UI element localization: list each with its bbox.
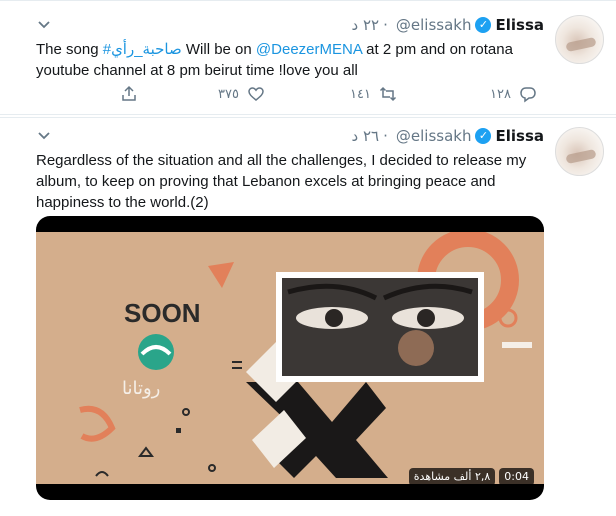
text-middle: Will be on	[181, 41, 256, 58]
heart-icon	[248, 87, 264, 101]
tweet-time[interactable]: ٢٦ د	[352, 127, 380, 145]
mention-link[interactable]: @DeezerMENA	[256, 41, 362, 58]
verified-badge-icon: ✓	[475, 17, 492, 33]
hashtag-link[interactable]: #صاحبة_رأي	[103, 41, 182, 58]
share-button[interactable]	[120, 85, 138, 103]
chevron-down-icon[interactable]	[37, 128, 51, 142]
reply-count: ١٢٨	[490, 86, 511, 102]
reply-button[interactable]: ١٢٨	[490, 85, 537, 103]
tweet-text: Regardless of the situation and all the …	[36, 152, 527, 211]
retweet-icon	[379, 86, 396, 102]
avatar[interactable]	[555, 15, 604, 64]
like-button[interactable]: ٣٧٥	[218, 85, 265, 103]
user-name[interactable]: Elissa	[495, 127, 544, 145]
rotana-text: روتانا	[122, 378, 160, 399]
video-info-badge: ٢,٨ ألف مشاهدة 0:04	[408, 468, 534, 486]
tweet-actions: ٣٧٥ ١٤١ ١٢٨	[110, 85, 550, 107]
separator-dot: ·	[383, 127, 388, 145]
avatar[interactable]	[555, 127, 604, 176]
user-handle[interactable]: @elissakh	[396, 127, 472, 145]
video-player[interactable]: SOON روتانا ٢,٨ ألف مشاهدة 0:04	[36, 216, 544, 500]
reply-icon	[520, 87, 536, 103]
soon-label: SOON	[124, 298, 201, 328]
user-name[interactable]: Elissa	[495, 16, 544, 34]
video-views: ٢,٨ ألف مشاهدة	[408, 468, 496, 486]
retweet-count: ١٤١	[350, 86, 371, 102]
tweet-text: The song #صاحبة_رأي Will be on @DeezerME…	[36, 39, 546, 81]
tweet-header: ٢٦ د · @elissakh ✓ Elissa	[352, 126, 544, 146]
retweet-button[interactable]: ١٤١	[350, 85, 397, 103]
share-icon	[122, 85, 136, 101]
tweet-2[interactable]: ٢٦ د · @elissakh ✓ Elissa Regardless of …	[0, 117, 616, 516]
tweet-1[interactable]: ٢٢ د · @elissakh ✓ Elissa The song #صاحب…	[0, 0, 616, 115]
like-count: ٣٧٥	[218, 86, 239, 102]
tweet-header: ٢٢ د · @elissakh ✓ Elissa	[352, 15, 544, 35]
video-thumbnail[interactable]: SOON روتانا	[36, 232, 544, 484]
verified-badge-icon: ✓	[475, 128, 492, 144]
separator-dot: ·	[383, 16, 388, 34]
chevron-down-icon[interactable]	[37, 17, 51, 31]
video-duration: 0:04	[499, 468, 534, 486]
tweet-time[interactable]: ٢٢ د	[352, 16, 380, 34]
text-before: The song	[36, 41, 103, 58]
user-handle[interactable]: @elissakh	[396, 16, 472, 34]
